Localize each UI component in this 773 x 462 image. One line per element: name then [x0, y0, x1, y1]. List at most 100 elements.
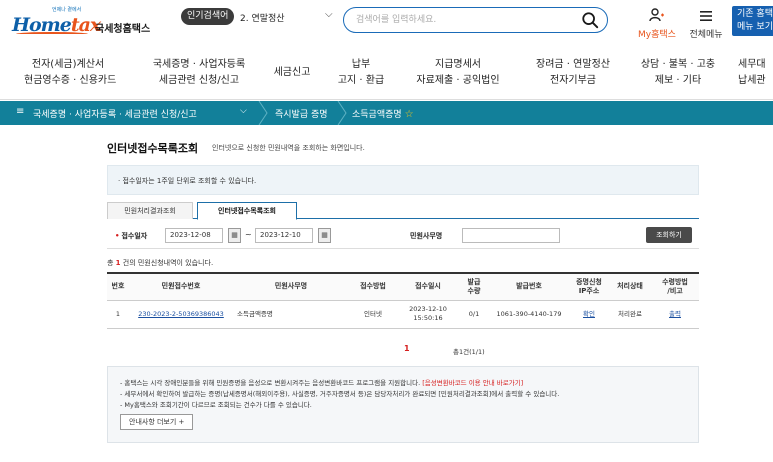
gnb-item-line2: 납세관: [738, 75, 766, 86]
tab-result-inquiry[interactable]: 민원처리결과조회: [107, 202, 193, 219]
gnb-item-line1: 전자(세금)계산서: [31, 59, 105, 70]
gnb-item-line1: 세금신고: [273, 67, 311, 78]
search-button[interactable]: 조회하기: [646, 227, 692, 243]
cell-time: 15:50:16: [413, 314, 443, 322]
popular-search-badge: 인기검색어: [181, 8, 235, 25]
breadcrumb-level2[interactable]: 즉시발급 증명: [275, 107, 328, 120]
all-menu-button[interactable]: 전체메뉴: [684, 7, 728, 40]
notice-line-2: - 세무서에서 확인하여 발급하는 증명(납세증명서(해외이주용), 사실증명,…: [120, 390, 560, 398]
search-input[interactable]: [356, 11, 576, 29]
calendar-icon[interactable]: ▦: [228, 228, 241, 243]
col-header-no: 번호: [107, 272, 129, 301]
service-name-input[interactable]: [462, 228, 560, 243]
hamburger-icon: [700, 11, 712, 21]
cell-no: 1: [107, 300, 129, 329]
page-title: 인터넷접수목록조회: [107, 142, 199, 155]
date-from-input[interactable]: 2023-12-08: [165, 228, 223, 243]
bottom-notice-box: - 홈택스는 시각 장애인분들을 위해 민원증명을 음성으로 변환시켜주는 음성…: [107, 366, 699, 443]
popular-search-item[interactable]: 2. 연말정산: [240, 11, 285, 24]
gnb-item-line2: 전자기부금: [550, 75, 596, 86]
gnb-item-line2: 자료제출 · 공익법인: [416, 75, 500, 86]
gnb-item-line1: 상담 · 불복 · 고충: [640, 59, 716, 70]
hometax-logo[interactable]: 언제나 곁에서 Hometax 국세청홈택스: [12, 6, 151, 38]
main-navigation: 전자(세금)계산서 현금영수증 · 신용카드 국세증명 · 사업자등록 세금관련…: [0, 48, 773, 100]
top-notice-box: · 접수일자는 1주일 단위로 조회할 수 있습니다.: [107, 165, 699, 195]
all-menu-label: 전체메뉴: [689, 30, 723, 40]
pagination-total: 총1건(1/1): [453, 348, 485, 356]
gnb-item-line1: 납부: [351, 59, 371, 70]
tab-bar: 민원처리결과조회 인터넷접수목록조회: [107, 202, 699, 220]
gnb-item-consulting[interactable]: 상담 · 불복 · 고충 제보 · 기타: [634, 57, 722, 89]
col-header-receive: 수령방법 /비고: [651, 272, 699, 301]
my-hometax-button[interactable]: My홈택스: [635, 7, 679, 40]
service-name-label: 민원사무명: [410, 232, 443, 240]
col-header-status: 처리상태: [609, 272, 651, 301]
logo-swoosh-icon: [16, 32, 88, 36]
date-to-input[interactable]: 2023-12-10: [255, 228, 313, 243]
receipt-number-link[interactable]: 230-2023-2-50369386043: [138, 310, 224, 318]
gnb-item-payment[interactable]: 납부 고지 · 환급: [336, 57, 386, 89]
notice-line-3: - My홈택스와 조회기간이 다르므로 조회되는 건수가 다를 수 있습니다.: [120, 401, 312, 409]
result-count: 총 1 건의 민원신청내역이 있습니다.: [107, 258, 213, 268]
gnb-item-line2: 세금관련 신청/신고: [158, 75, 240, 86]
gnb-item-line2: 현금영수증 · 신용카드: [24, 75, 117, 86]
tab-internet-receipt-list[interactable]: 인터넷접수목록조회: [197, 202, 297, 220]
pagination-current-page[interactable]: 1: [404, 344, 410, 353]
search-icon[interactable]: [581, 11, 599, 29]
page-description: 인터넷으로 신청한 민원내역을 조회하는 화면입니다.: [212, 144, 365, 152]
location-bar: ≡ 국세증명 · 사업자등록 · 세금관련 신청/신고 ⌵ 즉시발급 증명 소득…: [0, 101, 773, 125]
notice-line-1-text: - 홈택스는 시각 장애인분들을 위해 민원증명을 음성으로 변환시켜주는 음성…: [120, 379, 421, 387]
col-header-qty: 발급 수량: [459, 272, 489, 301]
cell-datetime: 2023-12-10 15:50:16: [397, 300, 459, 329]
cell-service: 소득금액증명: [233, 300, 349, 329]
menu-icon[interactable]: ≡: [16, 106, 24, 117]
receipt-date-label: • 접수일자: [115, 231, 147, 241]
more-info-button[interactable]: 안내사항 더보기 +: [120, 414, 194, 430]
classic-menu-line1: 기존 홈택: [737, 9, 773, 19]
gnb-item-tax-agent[interactable]: 세무대 납세관: [738, 57, 773, 89]
cell-method: 인터넷: [349, 300, 397, 329]
col-header-datetime: 접수일시: [397, 272, 459, 301]
gnb-item-payment-statement[interactable]: 지급명세서 자료제출 · 공익법인: [412, 57, 504, 89]
table-row: 1 230-2023-2-50369386043 소득금액증명 인터넷 2023…: [107, 300, 699, 329]
print-link[interactable]: 출력: [669, 310, 681, 318]
gnb-item-line1: 국세증명 · 사업자등록: [152, 59, 246, 70]
required-mark: •: [115, 232, 120, 240]
count-suffix: 건의 민원신청내역이 있습니다.: [120, 259, 214, 267]
receipt-table: 번호 민원접수번호 민원사무명 접수방법 접수일시 발급 수량 발급번호 증명신…: [107, 272, 699, 329]
logo-org-name: 국세청홈택스: [95, 24, 151, 35]
gnb-item-line2: 고지 · 환급: [337, 75, 385, 86]
gnb-item-tax-filing[interactable]: 세금신고: [268, 65, 316, 81]
gnb-item-line1: 세무대: [738, 59, 766, 70]
calendar-icon[interactable]: ▦: [318, 228, 331, 243]
table-header-row: 번호 민원접수번호 민원사무명 접수방법 접수일시 발급 수량 발급번호 증명신…: [107, 272, 699, 301]
col-header-method: 접수방법: [349, 272, 397, 301]
gnb-item-year-end-settlement[interactable]: 장려금 · 연말정산 전자기부금: [528, 57, 618, 89]
cell-date: 2023-12-10: [409, 305, 447, 313]
chevron-down-icon[interactable]: ⌵: [325, 9, 333, 20]
voice-barcode-guide-link[interactable]: [음성변환바코드 이용 안내 바로가기]: [422, 379, 523, 387]
breadcrumb-separator-icon: [337, 101, 347, 125]
receipt-date-label-text: 접수일자: [121, 232, 148, 240]
classic-menu-button[interactable]: 기존 홈택 메뉴 보기: [732, 6, 773, 36]
chevron-down-icon[interactable]: ⌵: [240, 106, 247, 116]
cell-issue-no: 1061-390-4140-179: [489, 300, 569, 329]
gnb-item-line2: 제보 · 기타: [654, 75, 702, 86]
breadcrumb-level1[interactable]: 국세증명 · 사업자등록 · 세금관련 신청/신고: [33, 107, 197, 120]
star-icon[interactable]: ☆: [405, 109, 414, 120]
gnb-item-line1: 지급명세서: [435, 59, 481, 70]
header: 언제나 곁에서 Hometax 국세청홈택스 인기검색어 2. 연말정산 ⌵ M…: [0, 0, 773, 48]
col-header-issue-no: 발급번호: [489, 272, 569, 301]
search-box: [343, 7, 608, 33]
classic-menu-line2: 메뉴 보기: [737, 22, 773, 32]
notice-line-1: - 홈택스는 시각 장애인분들을 위해 민원증명을 음성으로 변환시켜주는 음성…: [120, 377, 523, 387]
count-prefix: 총: [107, 259, 116, 267]
gnb-item-e-invoice[interactable]: 전자(세금)계산서 현금영수증 · 신용카드: [24, 57, 117, 89]
user-icon: [649, 8, 664, 22]
logo-tagline: 언제나 곁에서: [52, 7, 82, 13]
col-header-service: 민원사무명: [233, 272, 349, 301]
col-header-ip: 증명신청 IP주소: [569, 272, 609, 301]
top-notice-text: · 접수일자는 1주일 단위로 조회할 수 있습니다.: [118, 177, 257, 185]
ip-check-link[interactable]: 확인: [583, 310, 595, 318]
gnb-item-tax-certificate[interactable]: 국세증명 · 사업자등록 세금관련 신청/신고: [145, 57, 253, 89]
